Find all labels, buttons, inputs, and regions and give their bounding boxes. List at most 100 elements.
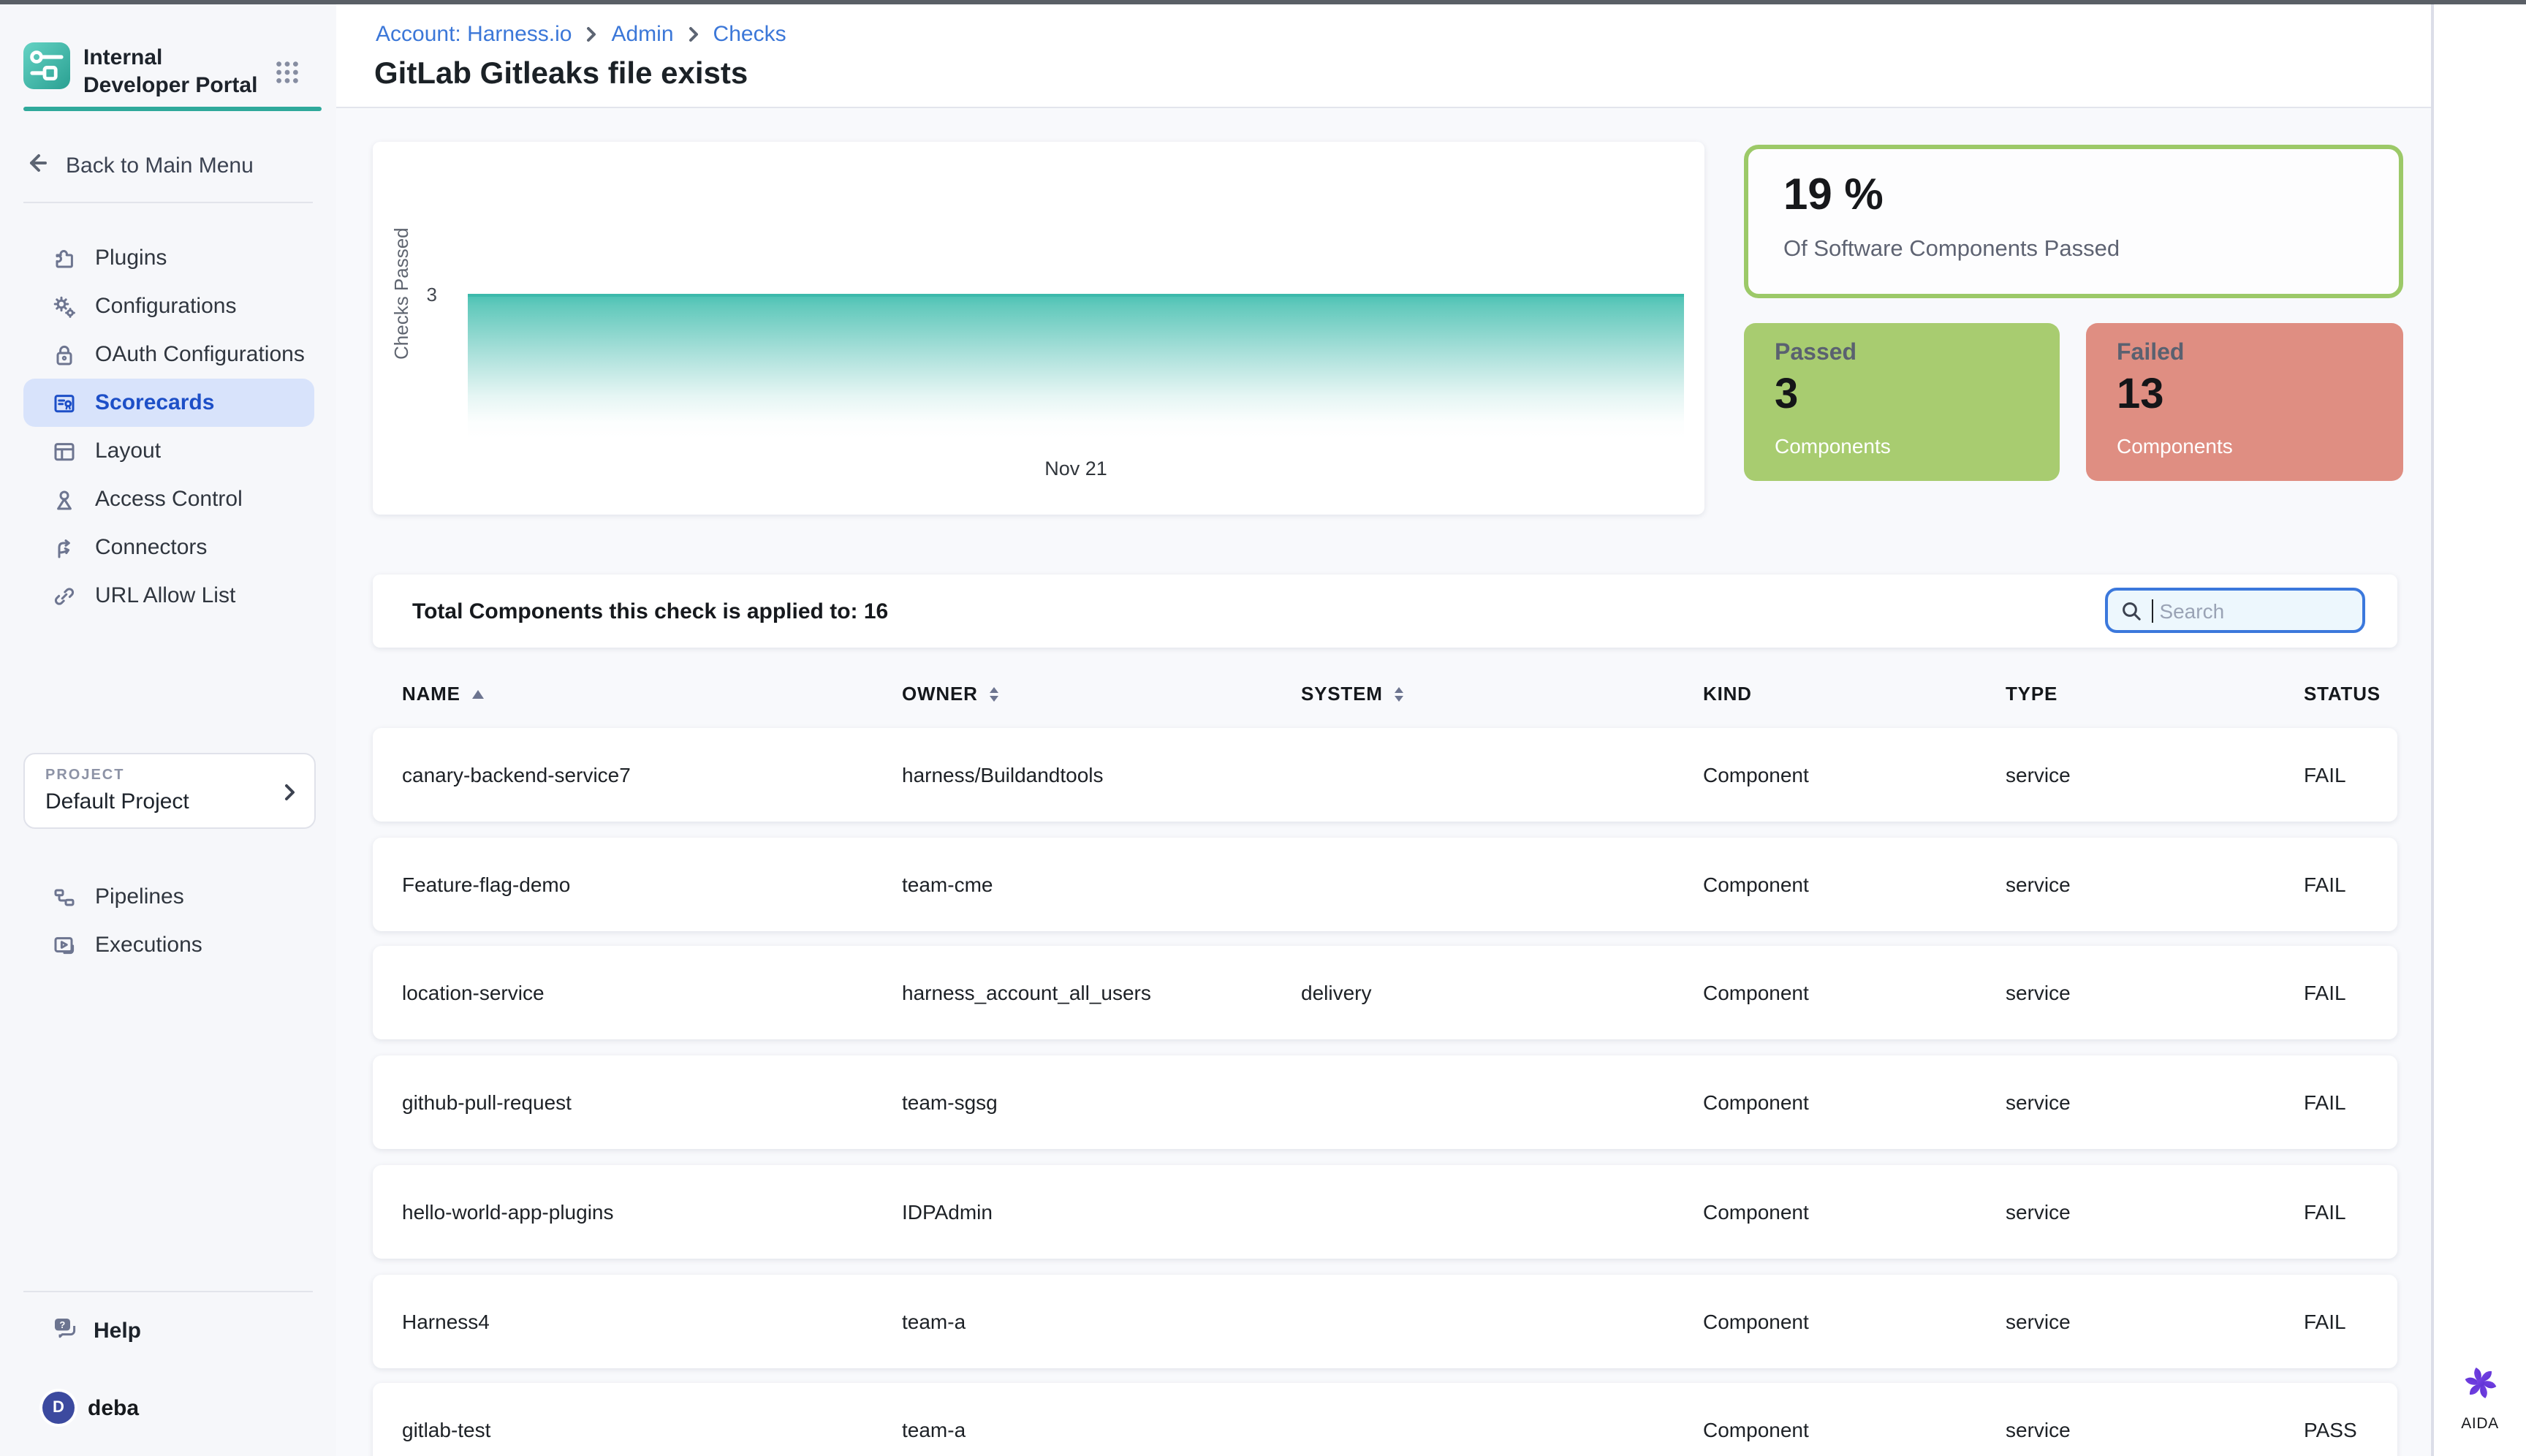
breadcrumb-checks-link[interactable]: Checks <box>713 22 786 47</box>
cell-name: location-service <box>402 981 902 1004</box>
user-name: deba <box>88 1395 139 1420</box>
window-top-strip <box>0 0 2526 4</box>
scorecard-icon <box>51 390 77 416</box>
column-label: KIND <box>1703 683 1752 705</box>
app-logo <box>23 42 70 89</box>
cell-status: PASS <box>2304 1418 2368 1441</box>
aida-button[interactable]: AIDA <box>2434 1364 2526 1433</box>
sort-asc-icon <box>472 689 484 698</box>
column-header-type: TYPE <box>2006 683 2304 705</box>
table-row[interactable]: hello-world-app-plugins IDPAdmin Compone… <box>373 1165 2397 1259</box>
project-selector[interactable]: PROJECT Default Project <box>23 753 316 829</box>
breadcrumb: Account: Harness.io Admin Checks <box>376 22 786 47</box>
table-row[interactable]: location-service harness_account_all_use… <box>373 946 2397 1039</box>
project-label: PROJECT <box>45 767 124 784</box>
cell-kind: Component <box>1703 1310 2006 1333</box>
percent-passed-value: 19 % <box>1783 171 1884 221</box>
table-row[interactable]: Harness4 team-a Component service FAIL <box>373 1275 2397 1368</box>
table-row[interactable]: github-pull-request team-sgsg Component … <box>373 1055 2397 1149</box>
cell-type: service <box>2006 763 2304 786</box>
table-row[interactable]: canary-backend-service7 harness/Buildand… <box>373 728 2397 822</box>
cell-owner: team-sgsg <box>902 1091 1301 1114</box>
sidebar-item-oauth-configurations[interactable]: OAuth Configurations <box>23 330 314 379</box>
total-components-bar: Total Components this check is applied t… <box>373 575 2397 648</box>
sidebar-item-plugins[interactable]: Plugins <box>23 234 314 282</box>
help-button[interactable]: ? Help <box>23 1307 141 1355</box>
right-rail: AIDA <box>2431 4 2526 1456</box>
sidebar-item-scorecards[interactable]: Scorecards <box>23 379 314 427</box>
sidebar-item-pipelines[interactable]: Pipelines <box>23 873 314 921</box>
cell-name: Feature-flag-demo <box>402 873 902 896</box>
sidebar-item-connectors[interactable]: Connectors <box>23 523 314 572</box>
sidebar-item-layout[interactable]: Layout <box>23 427 314 475</box>
sidebar-accent-divider <box>23 107 322 111</box>
chart-area-series <box>468 294 1684 439</box>
search-box[interactable] <box>2105 588 2365 633</box>
breadcrumb-account-link[interactable]: Account: Harness.io <box>376 22 572 47</box>
breadcrumb-admin-link[interactable]: Admin <box>611 22 673 47</box>
cell-type: service <box>2006 1418 2304 1441</box>
cell-kind: Component <box>1703 763 2006 786</box>
chevron-right-icon <box>585 26 598 42</box>
passed-label: Passed <box>1775 341 1856 367</box>
sliders-logo-icon <box>23 42 70 89</box>
app-grid-icon[interactable] <box>275 60 300 92</box>
cell-type: service <box>2006 873 2304 896</box>
sidebar-item-label: Pipelines <box>95 884 184 909</box>
cell-owner: IDPAdmin <box>902 1200 1301 1224</box>
app-title: Internal Developer Portal <box>83 44 268 99</box>
sidebar-item-executions[interactable]: Executions <box>23 921 314 969</box>
column-header-system[interactable]: SYSTEM <box>1301 683 1703 705</box>
sidebar-item-url-allow-list[interactable]: URL Allow List <box>23 572 314 620</box>
column-header-owner[interactable]: OWNER <box>902 683 1301 705</box>
sidebar-item-access-control[interactable]: Access Control <box>23 475 314 523</box>
sidebar-nav: Plugins Configurations <box>0 234 336 620</box>
cell-type: service <box>2006 1310 2304 1333</box>
cell-type: service <box>2006 1091 2304 1114</box>
column-header-name[interactable]: NAME <box>402 683 902 705</box>
sort-icon <box>990 686 998 701</box>
cell-status: FAIL <box>2304 873 2368 896</box>
sort-icon <box>1395 686 1403 701</box>
sidebar-item-label: Layout <box>95 439 161 463</box>
avatar: D <box>42 1392 75 1424</box>
back-to-main-menu[interactable]: Back to Main Menu <box>23 143 254 187</box>
passed-components-card: Passed 3 Components <box>1744 323 2060 481</box>
user-menu[interactable]: D deba <box>23 1389 139 1427</box>
cell-kind: Component <box>1703 1200 2006 1224</box>
sidebar-project-nav: Pipelines Executions <box>0 873 336 969</box>
help-label: Help <box>94 1319 141 1343</box>
sidebar-item-label: Plugins <box>95 246 167 270</box>
sidebar-item-configurations[interactable]: Configurations <box>23 282 314 330</box>
back-arrow-icon <box>23 148 51 182</box>
page-title: GitLab Gitleaks file exists <box>374 57 748 92</box>
puzzle-icon <box>51 245 77 271</box>
table-row[interactable]: Feature-flag-demo team-cme Component ser… <box>373 838 2397 931</box>
cell-name: canary-backend-service7 <box>402 763 902 786</box>
search-input[interactable] <box>2156 597 2351 623</box>
total-components-label: Total Components this check is applied t… <box>412 575 888 648</box>
cell-owner: harness_account_all_users <box>902 981 1301 1004</box>
app-window: Internal Developer Portal Back to Main M… <box>0 0 2526 1456</box>
table-row[interactable]: gitlab-test team-a Component service PAS… <box>373 1383 2397 1456</box>
link-icon <box>51 583 77 609</box>
cell-owner: team-a <box>902 1418 1301 1441</box>
help-chat-icon: ? <box>51 1314 79 1348</box>
passed-unit: Components <box>1775 434 1891 458</box>
search-icon <box>2120 599 2143 622</box>
cell-owner: harness/Buildandtools <box>902 763 1301 786</box>
cell-name: gitlab-test <box>402 1418 902 1441</box>
failed-components-card: Failed 13 Components <box>2086 323 2403 481</box>
failed-value: 13 <box>2117 371 2164 420</box>
cell-kind: Component <box>1703 981 2006 1004</box>
cell-status: FAIL <box>2304 1310 2368 1333</box>
failed-label: Failed <box>2117 341 2184 367</box>
cell-status: FAIL <box>2304 1091 2368 1114</box>
cell-kind: Component <box>1703 873 2006 896</box>
sidebar-item-label: URL Allow List <box>95 583 235 608</box>
executions-icon <box>51 932 77 958</box>
chart-y-axis-label: Checks Passed <box>390 197 412 390</box>
cell-type: service <box>2006 981 2304 1004</box>
cell-system: delivery <box>1301 981 1703 1004</box>
cell-status: FAIL <box>2304 763 2368 786</box>
